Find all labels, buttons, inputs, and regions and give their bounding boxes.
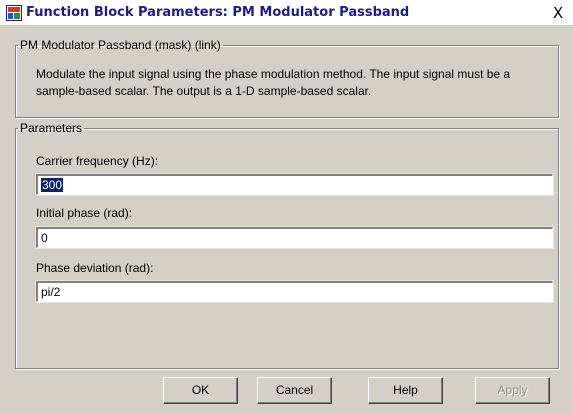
apply-button[interactable]: Apply bbox=[475, 377, 550, 404]
mask-description: Modulate the input signal using the phas… bbox=[36, 67, 511, 98]
carrier-frequency-field[interactable]: 300 bbox=[35, 173, 554, 196]
window-title: Function Block Parameters: PM Modulator … bbox=[26, 5, 410, 20]
mask-group-legend: PM Modulator Passband (mask) (link) bbox=[20, 38, 221, 52]
phase-deviation-value: pi/2 bbox=[41, 285, 61, 299]
title-bar[interactable]: Function Block Parameters: PM Modulator … bbox=[0, 0, 573, 26]
phase-deviation-field[interactable]: pi/2 bbox=[35, 280, 554, 303]
phase-deviation-label: Phase deviation (rad): bbox=[36, 261, 154, 275]
simulink-block-icon bbox=[6, 5, 22, 21]
initial-phase-value: 0 bbox=[41, 231, 48, 245]
parameters-legend: Parameters bbox=[20, 121, 83, 135]
carrier-frequency-label: Carrier frequency (Hz): bbox=[36, 154, 159, 168]
carrier-frequency-value: 300 bbox=[41, 178, 64, 192]
close-icon[interactable]: X bbox=[548, 4, 568, 22]
cancel-button[interactable]: Cancel bbox=[257, 377, 332, 404]
initial-phase-label: Initial phase (rad): bbox=[36, 206, 133, 220]
help-button[interactable]: Help bbox=[368, 377, 443, 404]
initial-phase-field[interactable]: 0 bbox=[35, 226, 554, 249]
ok-button[interactable]: OK bbox=[163, 377, 238, 404]
